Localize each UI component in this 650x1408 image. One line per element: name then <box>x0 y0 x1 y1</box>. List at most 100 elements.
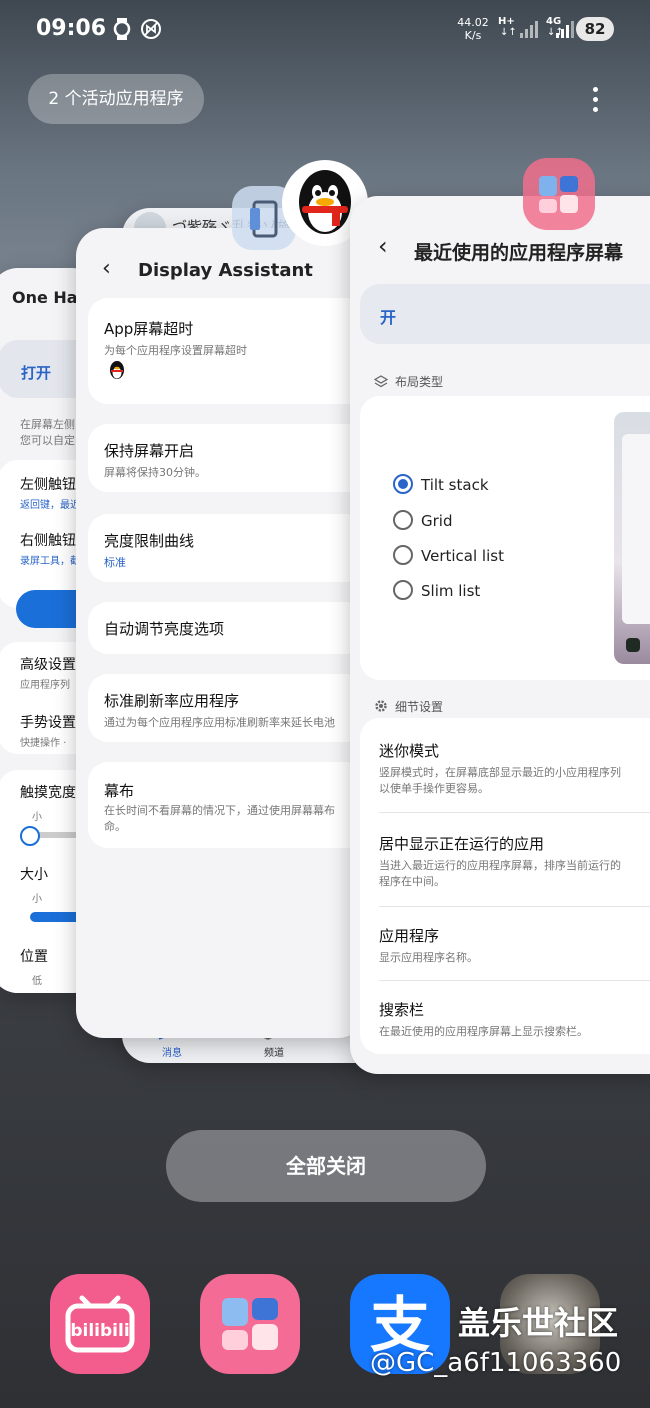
setting-row-app-timeout[interactable]: App屏幕超时 为每个应用程序设置屏幕超时 <box>88 298 366 404</box>
setting-subtitle: 为每个应用程序设置屏幕超时 <box>104 344 247 357</box>
radio-vertical-list[interactable] <box>393 545 413 565</box>
page-title: Display Assistant <box>138 260 313 281</box>
setting-title: App屏幕超时 <box>104 320 194 338</box>
more-options-icon[interactable] <box>584 84 606 116</box>
active-apps-button[interactable]: 2 个活动应用程序 <box>28 74 204 124</box>
setting-title: 亮度限制曲线 <box>104 532 195 550</box>
setting-row-refresh-rate[interactable]: 标准刷新率应用程序 通过为每个应用程序应用标准刷新率来延长电池 <box>88 674 366 742</box>
advanced-settings-title[interactable]: 高级设置 <box>20 654 76 674</box>
back-chevron-icon[interactable]: ‹ <box>102 256 111 281</box>
detail-section-header: 细节设置 <box>395 700 444 714</box>
layout-preview-image <box>614 412 650 664</box>
setting-row-app-names[interactable]: 应用程序 显示应用程序名称。 <box>360 907 650 979</box>
setting-title: 居中显示正在运行的应用 <box>379 835 545 853</box>
setting-row-auto-brightness[interactable]: 自动调节亮度选项 <box>88 602 366 654</box>
data-arrows-icon: ↓↑ <box>500 27 517 38</box>
setting-row-brightness-curve[interactable]: 亮度限制曲线 标准 <box>88 514 366 582</box>
setting-row-search-bar[interactable]: 搜索栏 在最近使用的应用程序屏幕上显示搜索栏。 <box>360 981 650 1053</box>
toggle-label: 开 <box>380 308 397 327</box>
bilibili-app-icon[interactable]: bilibili <box>50 1274 150 1374</box>
card-title: One Ha <box>12 288 78 307</box>
setting-subtitle: 当进入最近运行的应用程序屏幕，排序当前运行的 <box>379 859 621 872</box>
good-lock-app-icon[interactable] <box>523 158 595 230</box>
setting-subtitle-line2: 程序在中间。 <box>379 875 445 888</box>
net-type-hplus: H+ <box>498 16 515 27</box>
nav-channels[interactable]: 频道 <box>264 1044 284 1059</box>
network-speed: 44.02 K/s <box>452 16 494 42</box>
setting-row-center-running[interactable]: 居中显示正在运行的应用 当进入最近运行的应用程序屏幕，排序当前运行的 程序在中间… <box>360 813 650 907</box>
status-bar: 09:06 44.02 K/s H+ ↓↑ 4G ↓↑ 82 <box>0 0 650 62</box>
option-tilt-stack[interactable]: Tilt stack <box>421 476 489 494</box>
setting-title: 搜索栏 <box>379 1001 425 1019</box>
battery-level: 82 <box>576 17 614 41</box>
setting-title: 迷你模式 <box>379 742 440 760</box>
position-title: 位置 <box>20 949 48 965</box>
preview-dock-icon <box>626 638 640 652</box>
right-handle-sub: 录屏工具，截 <box>20 556 80 567</box>
size-min: 小 <box>32 894 42 905</box>
setting-title: 应用程序 <box>379 927 440 945</box>
nav-messages[interactable]: 消息 <box>162 1044 182 1059</box>
master-toggle-row[interactable]: 开 <box>360 284 650 344</box>
clock: 09:06 <box>36 16 107 41</box>
setting-title: 自动调节亮度选项 <box>104 620 225 638</box>
radio-tilt-stack[interactable] <box>393 474 413 494</box>
watermark-title: 盖乐世社区 <box>458 1304 619 1342</box>
option-vertical-list[interactable]: Vertical list <box>421 547 504 565</box>
gesture-settings-sub: 快捷操作 · <box>20 738 67 749</box>
app-card-display-assistant[interactable]: ‹ Display Assistant App屏幕超时 为每个应用程序设置屏幕超… <box>76 228 366 1038</box>
touch-width-min: 小 <box>32 812 42 823</box>
left-handle-sub: 返回键，最近 <box>20 500 80 511</box>
left-handle-title[interactable]: 左侧触钮 <box>20 474 76 494</box>
size-title: 大小 <box>20 867 48 883</box>
radio-grid[interactable] <box>393 510 413 530</box>
page-title: 最近使用的应用程序屏幕 <box>414 242 624 264</box>
touch-width-slider-thumb[interactable] <box>20 826 40 846</box>
setting-title: 幕布 <box>104 782 135 800</box>
setting-row-curtain[interactable]: 幕布 在长时间不看屏幕的情况下，通过使用屏幕幕布 命。 <box>88 762 366 848</box>
setting-subtitle: 在长时间不看屏幕的情况下，通过使用屏幕幕布 <box>104 804 335 817</box>
detail-settings-panel: 迷你模式 竖屏模式时，在屏幕底部显示最近的小应用程序列 以使单手操作更容易。 居… <box>360 718 650 1054</box>
setting-subtitle-line2: 命。 <box>104 820 126 833</box>
signal-icon <box>520 20 538 38</box>
toggle-label: 打开 <box>21 364 52 382</box>
advanced-settings-sub: 应用程序列 <box>20 680 70 691</box>
app-card-recents-settings[interactable]: ‹ 最近使用的应用程序屏幕 开 布局类型 Tilt stack Grid Ver… <box>350 196 650 1074</box>
setting-subtitle-line2: 以使单手操作更容易。 <box>379 782 489 795</box>
touch-width-title: 触摸宽度 <box>20 785 76 801</box>
desc-line: 您可以自定 <box>20 434 75 447</box>
option-slim-list[interactable]: Slim list <box>421 582 480 600</box>
position-min: 低 <box>32 976 42 987</box>
setting-subtitle: 在最近使用的应用程序屏幕上显示搜索栏。 <box>379 1025 588 1038</box>
setting-subtitle: 显示应用程序名称。 <box>379 951 478 964</box>
desc-line: 在屏幕左侧 <box>20 418 75 431</box>
setting-row-mini-mode[interactable]: 迷你模式 竖屏模式时，在屏幕底部显示最近的小应用程序列 以使单手操作更容易。 <box>360 718 650 812</box>
layout-options-panel: Tilt stack Grid Vertical list Slim list <box>360 396 650 680</box>
setting-subtitle: 标准 <box>104 556 126 569</box>
watermark-handle: @GC_a6f11063360 <box>370 1348 622 1378</box>
nfc-off-icon <box>140 18 161 40</box>
setting-title: 保持屏幕开启 <box>104 442 195 460</box>
setting-row-keep-screen-on[interactable]: 保持屏幕开启 屏幕将保持30分钟。 <box>88 424 366 492</box>
radio-slim-list[interactable] <box>393 580 413 600</box>
setting-title: 标准刷新率应用程序 <box>104 692 240 710</box>
net-speed-value: 44.02 <box>457 16 489 29</box>
option-grid[interactable]: Grid <box>421 512 452 530</box>
back-chevron-icon[interactable]: ‹ <box>378 232 388 260</box>
good-lock-dock-icon[interactable] <box>200 1274 300 1374</box>
preview-card <box>622 434 650 624</box>
gear-icon <box>374 698 388 712</box>
svg-text:bilibili: bilibili <box>70 1321 129 1341</box>
setting-subtitle: 屏幕将保持30分钟。 <box>104 466 206 479</box>
layout-section-header: 布局类型 <box>395 375 444 389</box>
signal-icon <box>556 20 574 38</box>
right-handle-title[interactable]: 右侧触钮 <box>20 530 76 550</box>
gesture-settings-title[interactable]: 手势设置 <box>20 712 76 732</box>
watch-icon <box>112 18 132 40</box>
qq-penguin-icon <box>108 360 126 380</box>
setting-subtitle: 通过为每个应用程序应用标准刷新率来延长电池 <box>104 716 335 729</box>
setting-subtitle: 竖屏模式时，在屏幕底部显示最近的小应用程序列 <box>379 766 621 779</box>
close-all-button[interactable]: 全部关闭 <box>166 1130 486 1202</box>
layers-icon <box>373 374 389 388</box>
net-speed-unit: K/s <box>464 29 482 42</box>
